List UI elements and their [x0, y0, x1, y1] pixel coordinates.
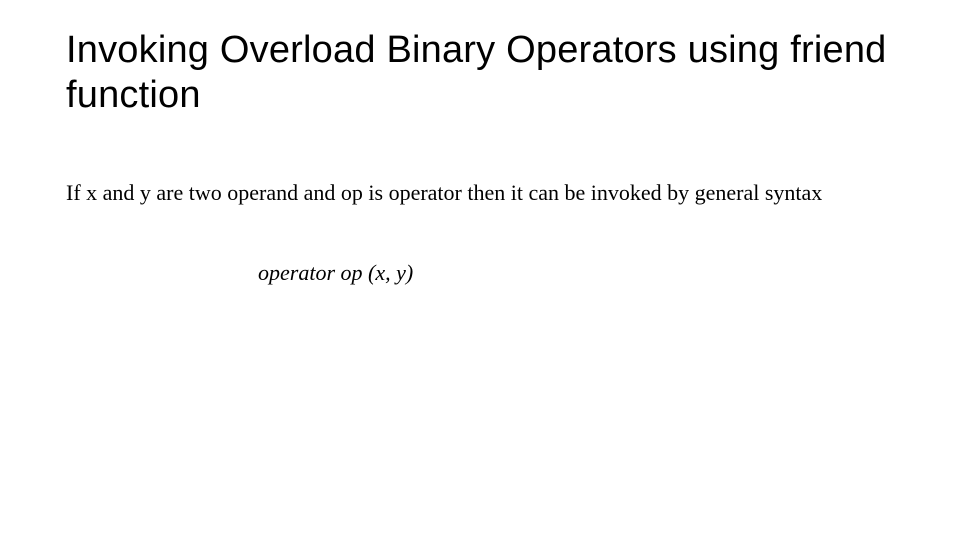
syntax-line: operator op (x, y) [258, 260, 894, 286]
slide: Invoking Overload Binary Operators using… [0, 0, 960, 540]
body-paragraph: If x and y are two operand and op is ope… [66, 180, 894, 206]
slide-title: Invoking Overload Binary Operators using… [66, 28, 894, 118]
